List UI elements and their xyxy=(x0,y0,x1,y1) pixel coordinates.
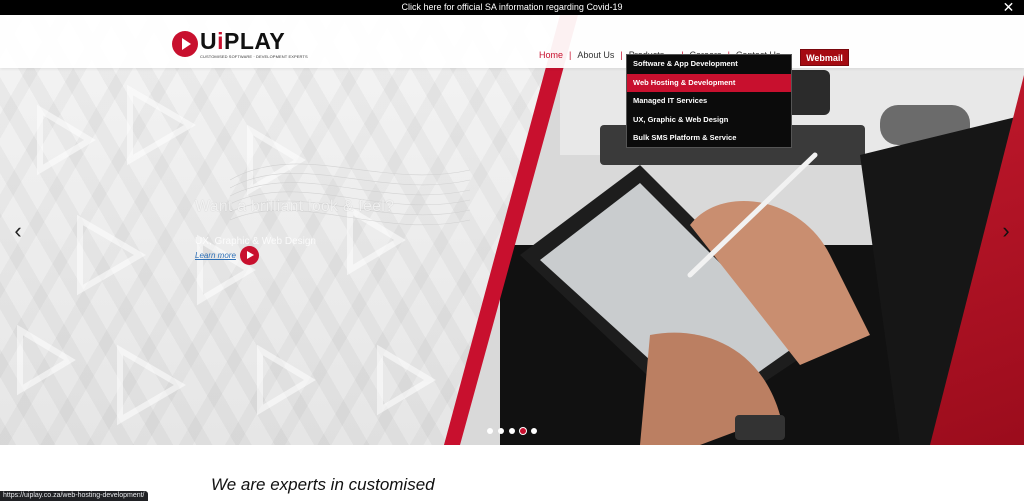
slider-dot-2[interactable] xyxy=(498,428,504,434)
play-icon[interactable] xyxy=(239,246,259,265)
slider-dots xyxy=(487,428,537,434)
close-icon[interactable]: ✕ xyxy=(1001,0,1016,15)
site-header: UiPLAY CUSTOMISED SOFTWARE · DEVELOPMENT… xyxy=(0,15,1024,68)
nav-item-home[interactable]: Home xyxy=(539,50,563,60)
hero-title: Want a brilliant look & feel? xyxy=(195,198,395,215)
section-heading: We are experts in customised xyxy=(211,475,435,494)
slider-dot-3[interactable] xyxy=(509,428,515,434)
covid-banner: Click here for official SA information r… xyxy=(0,0,1024,15)
dropdown-item-managed-it[interactable]: Managed IT Services xyxy=(627,92,791,111)
dropdown-item-software-app[interactable]: Software & App Development xyxy=(627,55,791,74)
webmail-button[interactable]: Webmail xyxy=(800,49,849,66)
dropdown-item-bulk-sms[interactable]: Bulk SMS Platform & Service xyxy=(627,129,791,148)
chevron-left-icon[interactable]: ‹ xyxy=(8,219,28,243)
page: Want a brilliant look & feel? UX, Graphi… xyxy=(0,0,1024,501)
dropdown-item-ux-design[interactable]: UX, Graphic & Web Design xyxy=(627,111,791,130)
slider-dot-5[interactable] xyxy=(531,428,537,434)
logo-tagline: CUSTOMISED SOFTWARE · DEVELOPMENT EXPERT… xyxy=(200,54,308,59)
nav-item-about-us[interactable]: About Us xyxy=(577,50,614,60)
covid-info-link[interactable]: Click here for official SA information r… xyxy=(402,2,623,12)
nav-separator: | xyxy=(620,50,623,60)
slider-dot-1[interactable] xyxy=(487,428,493,434)
learn-more-label[interactable]: Learn more xyxy=(195,251,236,260)
nav-separator: | xyxy=(569,50,572,60)
uiplay-logo[interactable]: UiPLAY CUSTOMISED SOFTWARE · DEVELOPMENT… xyxy=(172,28,308,73)
learn-more-link[interactable]: Learn more xyxy=(195,246,259,265)
dropdown-item-web-hosting[interactable]: Web Hosting & Development xyxy=(627,73,791,93)
slider-dot-4[interactable] xyxy=(520,428,526,434)
logo-wordmark: UiPLAY xyxy=(200,28,286,54)
hero-caption: Want a brilliant look & feel? UX, Graphi… xyxy=(195,198,495,247)
status-bar-url: https://uiplay.co.za/web-hosting-develop… xyxy=(0,491,148,501)
products-dropdown: Software & App Development Web Hosting &… xyxy=(626,54,792,148)
chevron-right-icon[interactable]: › xyxy=(996,219,1016,243)
hero-slider: Want a brilliant look & feel? UX, Graphi… xyxy=(0,15,1024,445)
play-icon xyxy=(172,31,198,57)
